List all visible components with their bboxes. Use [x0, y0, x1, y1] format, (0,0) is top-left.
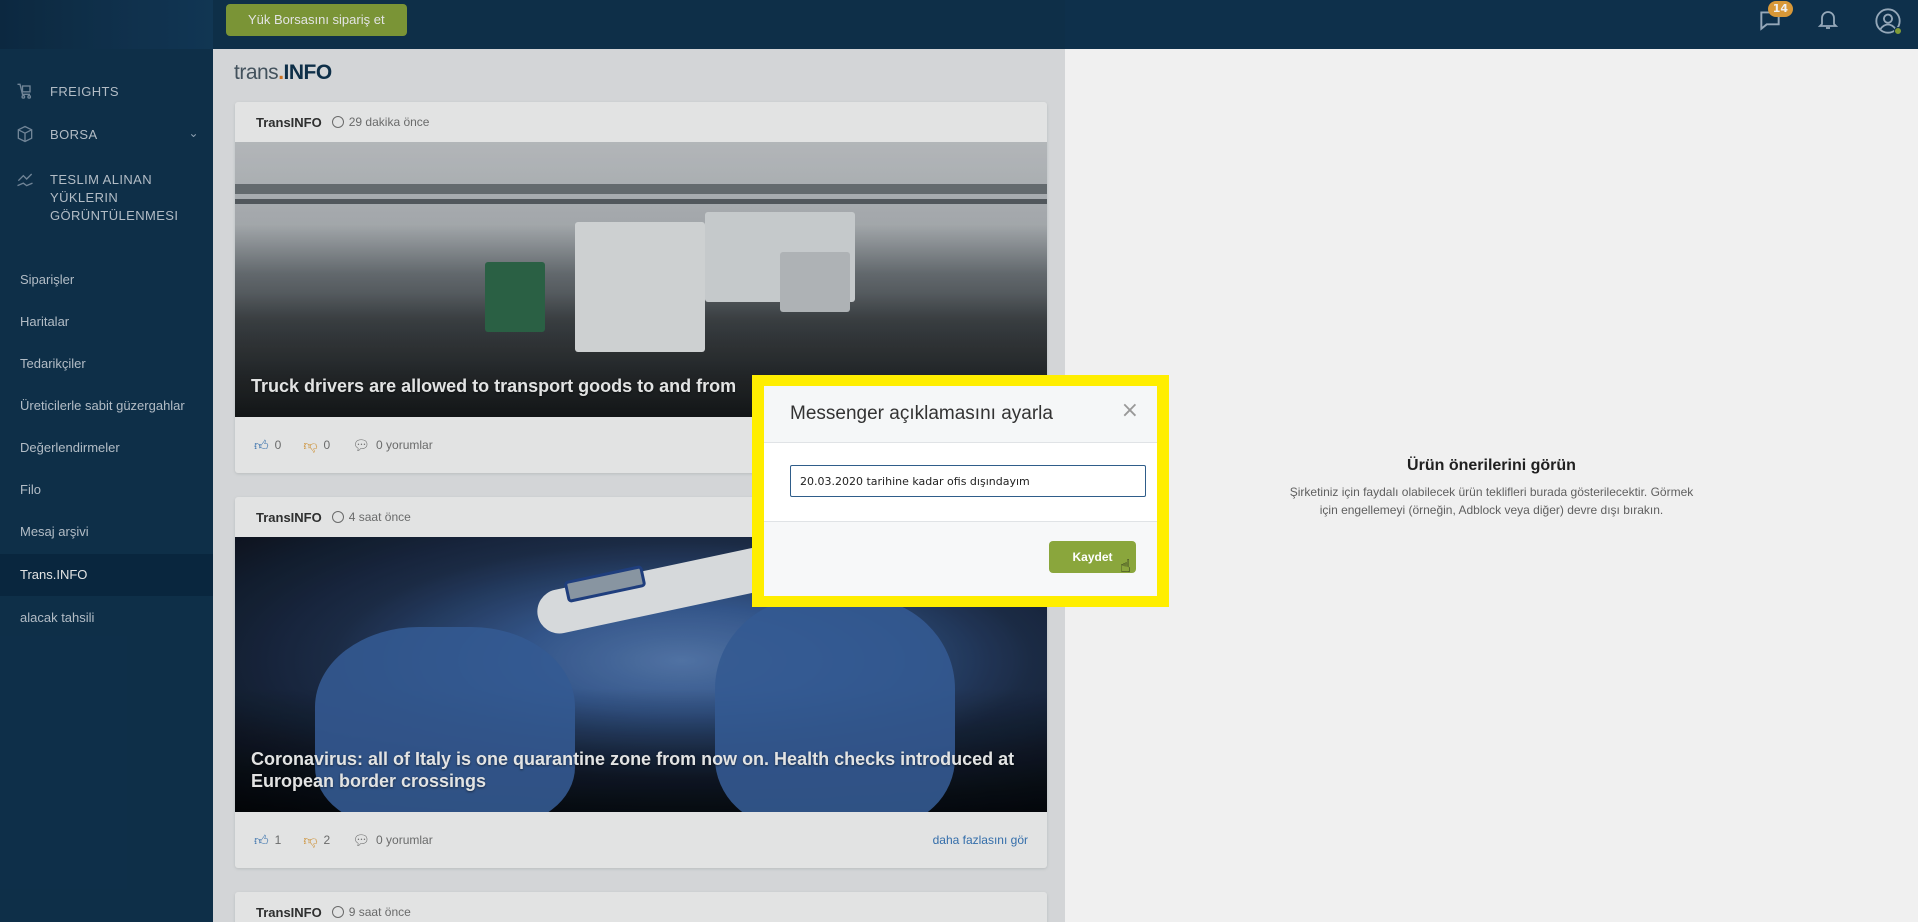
- dialog-title: Messenger açıklamasını ayarla: [790, 403, 1053, 424]
- messenger-description-dialog: Messenger açıklamasını ayarla × Kaydet ☝…: [764, 386, 1157, 596]
- close-icon[interactable]: ×: [1121, 400, 1139, 422]
- pointer-cursor-icon: ☝︎: [1120, 556, 1131, 577]
- messenger-description-input[interactable]: [790, 465, 1146, 497]
- modal-highlight-frame: Messenger açıklamasını ayarla × Kaydet ☝…: [752, 375, 1169, 607]
